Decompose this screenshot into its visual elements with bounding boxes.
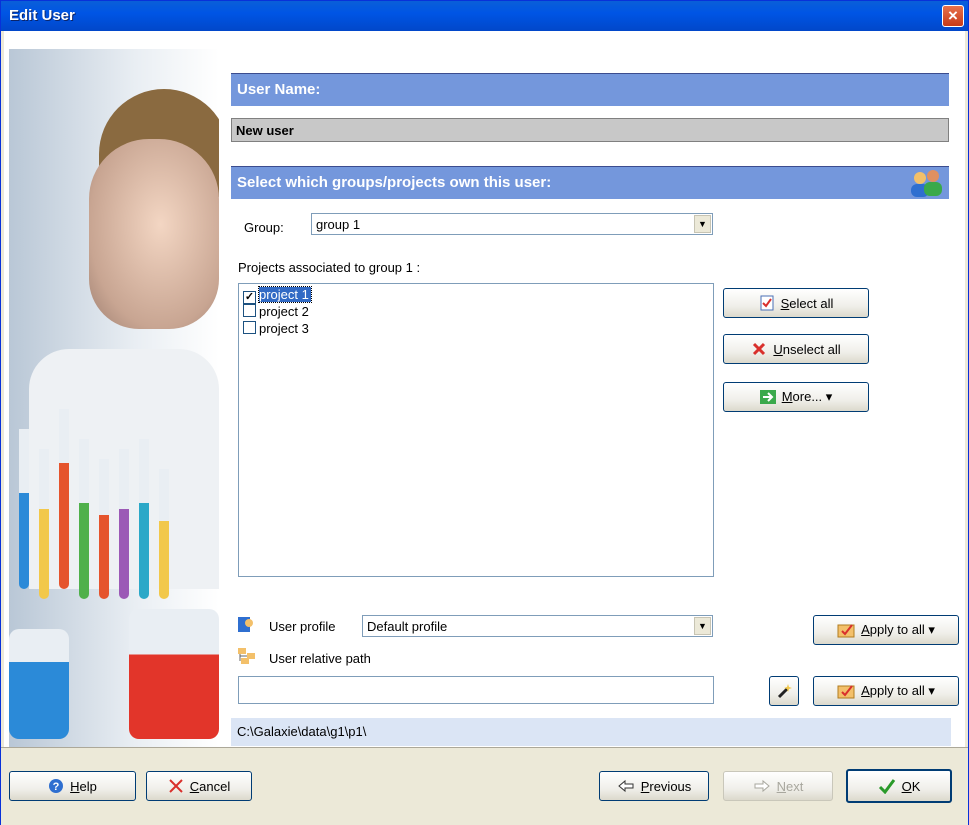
envelope-check-icon bbox=[837, 685, 855, 699]
user-name-label: User Name: bbox=[237, 81, 321, 98]
users-icon bbox=[911, 170, 942, 197]
list-item[interactable]: project 3 bbox=[243, 321, 309, 337]
previous-button[interactable]: Previous bbox=[599, 771, 709, 801]
user-profile-select[interactable]: Default profile ▼ bbox=[362, 615, 713, 637]
dropdown-arrow-icon: ▾ bbox=[928, 683, 935, 698]
red-x-icon bbox=[753, 342, 766, 356]
ok-button[interactable]: OK bbox=[846, 769, 952, 803]
magic-wand-icon bbox=[777, 684, 792, 699]
cancel-button[interactable]: Cancel bbox=[146, 771, 252, 801]
project-checkbox[interactable] bbox=[243, 304, 256, 317]
scientist-photo bbox=[9, 49, 219, 747]
full-path-display: C:\Galaxie\data\g1\p1\ bbox=[231, 718, 951, 746]
project-checkbox[interactable]: ✓ bbox=[243, 291, 256, 304]
title-bar[interactable]: Edit User × bbox=[1, 1, 968, 31]
magic-wand-button[interactable] bbox=[769, 676, 799, 706]
checkmark-icon bbox=[878, 779, 895, 794]
checked-document-icon bbox=[760, 295, 774, 311]
window-title: Edit User bbox=[9, 7, 75, 24]
apply-profile-to-all-button[interactable]: Apply to all ▾ bbox=[813, 615, 959, 645]
user-name-header: User Name: bbox=[231, 73, 949, 106]
edit-user-dialog: Edit User × User Name: New user Select w… bbox=[0, 0, 969, 825]
forward-arrow-icon bbox=[754, 779, 770, 793]
list-item[interactable]: project 2 bbox=[243, 304, 309, 320]
close-button[interactable]: × bbox=[942, 5, 964, 27]
project-label: project 3 bbox=[259, 321, 309, 336]
footer-bar: ? Help Cancel Previous Next OK bbox=[1, 747, 968, 825]
back-arrow-icon bbox=[617, 779, 634, 793]
apply-path-to-all-button[interactable]: Apply to all ▾ bbox=[813, 676, 959, 706]
user-name-value: New user bbox=[236, 123, 294, 138]
user-profile-icon bbox=[238, 617, 253, 632]
list-item[interactable]: ✓ project 1 bbox=[243, 286, 312, 304]
project-label: project 1 bbox=[258, 286, 312, 303]
red-x-icon bbox=[169, 779, 183, 793]
groups-header-label: Select which groups/projects own this us… bbox=[237, 174, 552, 191]
chevron-down-icon[interactable]: ▼ bbox=[694, 617, 711, 635]
envelope-check-icon bbox=[837, 624, 855, 638]
user-profile-value: Default profile bbox=[367, 619, 448, 634]
user-name-field: New user bbox=[231, 118, 949, 142]
dropdown-arrow-icon: ▾ bbox=[928, 622, 935, 637]
full-path-value: C:\Galaxie\data\g1\p1\ bbox=[237, 724, 367, 739]
folder-tree-icon bbox=[238, 648, 255, 664]
green-arrow-icon bbox=[759, 390, 776, 404]
help-icon: ? bbox=[49, 779, 64, 793]
group-select[interactable]: group 1 ▼ bbox=[311, 213, 713, 235]
unselect-all-button[interactable]: Unselect all bbox=[723, 334, 869, 364]
group-select-value: group 1 bbox=[316, 217, 361, 232]
more-button[interactable]: More... ▾ bbox=[723, 382, 869, 412]
close-icon: × bbox=[948, 6, 958, 25]
project-checkbox[interactable] bbox=[243, 321, 256, 334]
svg-text:?: ? bbox=[53, 781, 60, 793]
select-all-button[interactable]: Select all bbox=[723, 288, 869, 318]
relative-path-label: User relative path bbox=[269, 651, 371, 666]
user-profile-label: User profile bbox=[269, 619, 336, 634]
next-button[interactable]: Next bbox=[723, 771, 833, 801]
projects-label: Projects associated to group 1 : bbox=[238, 260, 421, 275]
projects-list[interactable]: ✓ project 1 project 2 project 3 bbox=[238, 283, 714, 577]
groups-header: Select which groups/projects own this us… bbox=[231, 166, 949, 199]
project-label: project 2 bbox=[259, 304, 309, 319]
relative-path-input[interactable] bbox=[238, 676, 714, 704]
group-label: Group: bbox=[244, 220, 284, 235]
help-button[interactable]: ? Help bbox=[9, 771, 136, 801]
chevron-down-icon[interactable]: ▼ bbox=[694, 215, 711, 233]
dropdown-arrow-icon: ▾ bbox=[825, 389, 833, 404]
